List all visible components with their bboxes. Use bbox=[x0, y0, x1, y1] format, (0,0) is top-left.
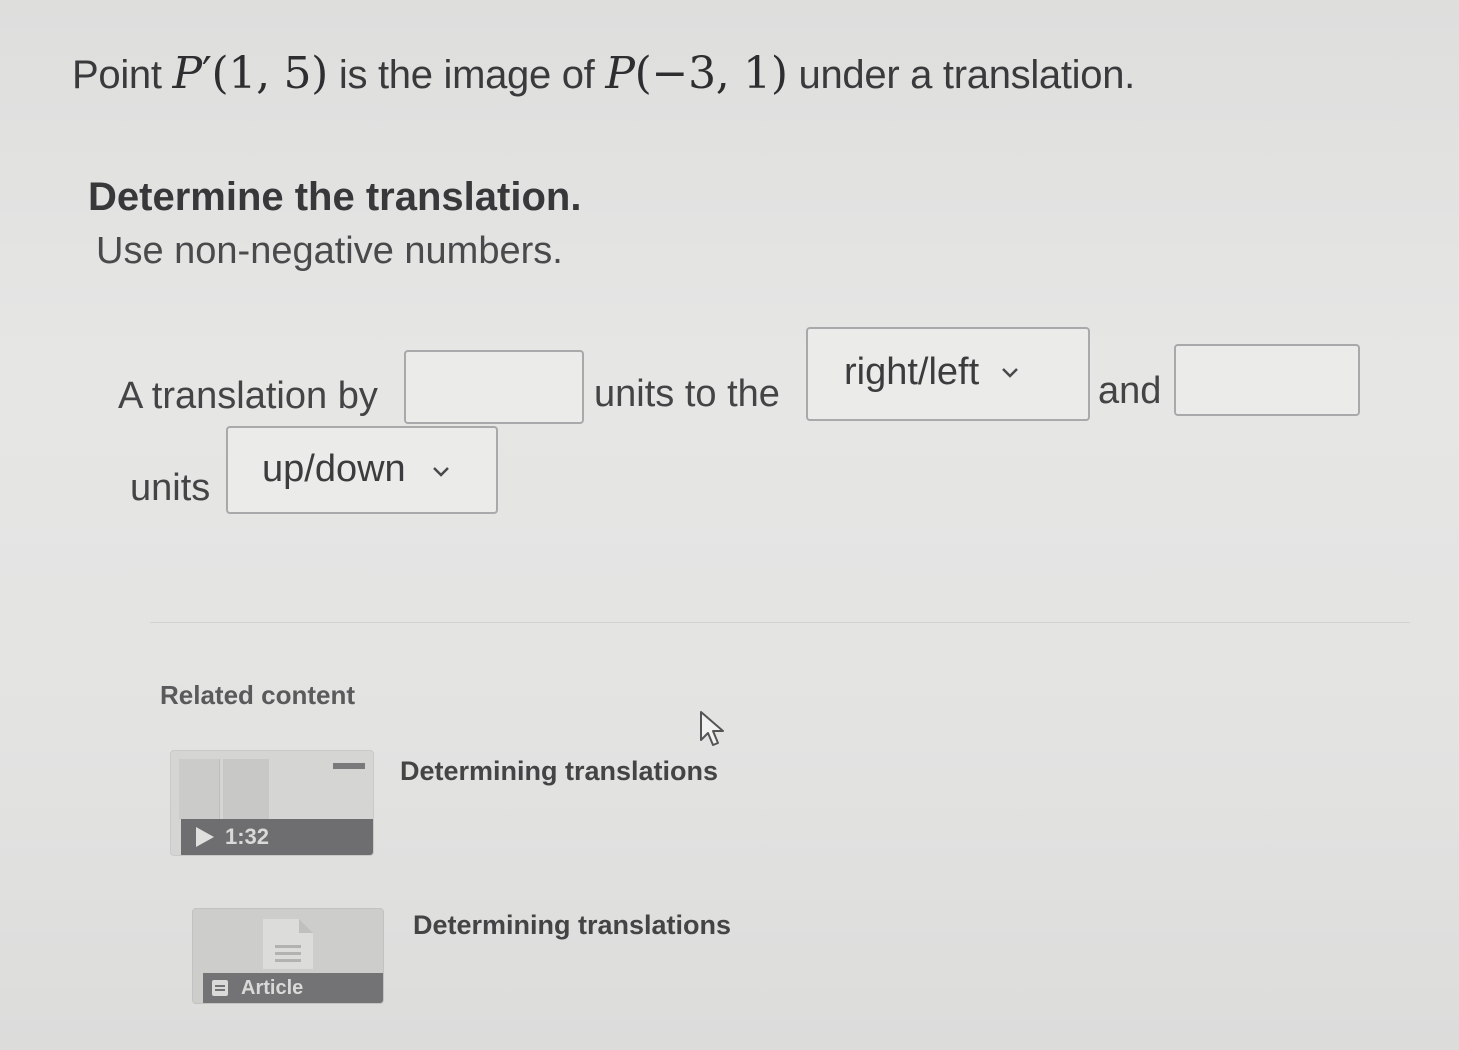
answer-text-part3: and bbox=[1098, 370, 1162, 412]
up-down-select[interactable]: up/down bbox=[226, 426, 498, 514]
section-divider bbox=[150, 622, 1410, 623]
task-instruction: Use non-negative numbers. bbox=[96, 230, 563, 272]
up-down-select-value: up/down bbox=[262, 448, 406, 490]
related-article-link[interactable]: Determining translations bbox=[413, 910, 731, 941]
right-left-select-value: right/left bbox=[844, 351, 980, 393]
video-thumbnail[interactable]: 1:32 bbox=[170, 750, 374, 856]
image-point-math: P′(1, 5) bbox=[172, 48, 329, 99]
answer-text-part4: units bbox=[130, 467, 211, 509]
video-preview-graphic bbox=[223, 759, 269, 819]
related-content-title: Related content bbox=[160, 680, 356, 710]
related-video-link[interactable]: Determining translations bbox=[400, 756, 718, 787]
question-middle: is the image of bbox=[338, 53, 595, 97]
question-suffix: under a translation. bbox=[798, 53, 1136, 97]
original-point-math: P(−3, 1) bbox=[605, 48, 788, 99]
article-icon bbox=[212, 980, 228, 996]
video-preview-graphic bbox=[333, 763, 365, 769]
mouse-cursor-icon bbox=[700, 711, 724, 746]
question-text: Point P′(1, 5) is the image of P(−3, 1) … bbox=[72, 48, 1135, 99]
play-icon bbox=[196, 827, 214, 847]
article-thumbnail[interactable]: Article bbox=[192, 908, 384, 1004]
chevron-down-icon bbox=[1002, 368, 1019, 378]
answer-text-part1: A translation by bbox=[118, 375, 378, 417]
vertical-units-input[interactable] bbox=[1174, 344, 1360, 416]
chevron-down-icon bbox=[432, 467, 449, 477]
video-duration: 1:32 bbox=[225, 824, 270, 849]
video-preview-graphic bbox=[179, 759, 220, 819]
document-icon bbox=[263, 919, 313, 969]
question-prefix: Point bbox=[72, 53, 162, 97]
right-left-select[interactable]: right/left bbox=[806, 327, 1090, 421]
article-badge-bar: Article bbox=[203, 973, 383, 1003]
article-badge: Article bbox=[241, 976, 304, 999]
horizontal-units-input[interactable] bbox=[404, 350, 584, 424]
answer-text-part2: units to the bbox=[594, 373, 780, 415]
task-heading: Determine the translation. bbox=[88, 175, 582, 219]
video-duration-bar: 1:32 bbox=[181, 819, 373, 855]
